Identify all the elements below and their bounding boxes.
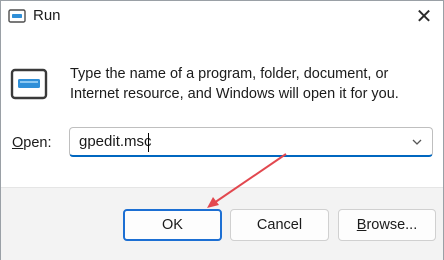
browse-access-key: B (356, 217, 367, 233)
chevron-down-icon[interactable] (410, 135, 424, 149)
run-dialog: Run ✕ Type the name of a program, folder… (0, 0, 444, 260)
run-icon (8, 9, 26, 23)
ok-button[interactable]: OK (123, 209, 222, 241)
open-label-rest: pen: (23, 135, 52, 151)
description-line-2: Internet resource, and Windows will open… (70, 86, 399, 102)
text-caret (148, 133, 149, 152)
browse-label-rest: rowse... (366, 217, 418, 233)
close-icon: ✕ (415, 5, 433, 28)
description-line-1: Type the name of a program, folder, docu… (70, 66, 389, 82)
open-input[interactable]: gpedit.msc (79, 133, 379, 150)
description-text: Type the name of a program, folder, docu… (70, 64, 430, 104)
close-button[interactable]: ✕ (405, 1, 443, 31)
browse-button[interactable]: Browse... (338, 209, 436, 241)
cancel-button[interactable]: Cancel (230, 209, 329, 241)
open-combobox[interactable]: gpedit.msc (69, 127, 433, 157)
title-bar: Run ✕ (1, 1, 443, 35)
window-title: Run (33, 7, 61, 24)
open-label: Open: (12, 135, 52, 151)
run-program-icon (10, 68, 48, 100)
open-label-access-key: O (12, 135, 24, 151)
